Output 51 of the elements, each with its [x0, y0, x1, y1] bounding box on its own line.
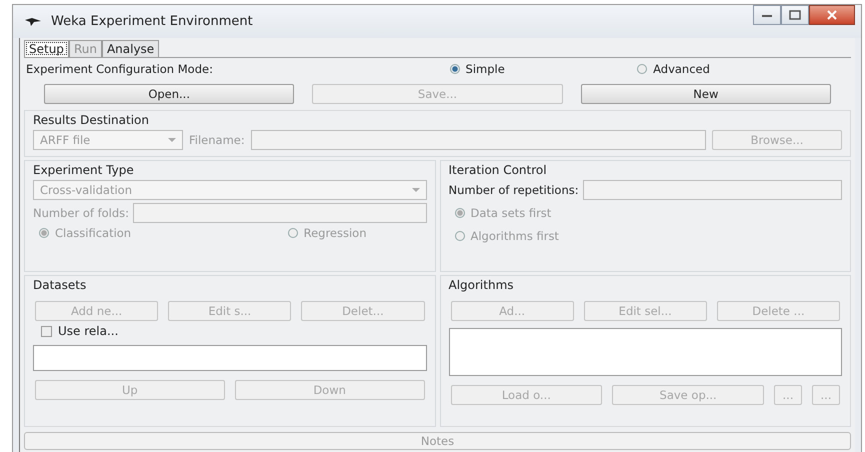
notes-button[interactable]: Notes [24, 432, 851, 450]
window-title: Weka Experiment Environment [51, 14, 253, 29]
tab[interactable]: Analyse [102, 40, 160, 57]
folds-field[interactable] [133, 203, 426, 223]
dataset-button[interactable]: Delet... [301, 301, 425, 321]
group-title: Datasets [33, 278, 88, 292]
options-button[interactable]: ... [812, 385, 840, 405]
maximize-icon [789, 10, 801, 20]
bird-icon [25, 16, 41, 26]
repetitions-label: Number of repetitions: [448, 183, 579, 197]
type-radio[interactable]: Regression [282, 226, 366, 240]
group-title: Experiment Type [33, 163, 135, 177]
group-title: Algorithms [448, 278, 515, 292]
format-dropdown[interactable]: ARFF file [33, 130, 183, 150]
mode-label: Experiment Configuration Mode: [26, 62, 214, 76]
filename-label: Filename: [189, 133, 245, 147]
folds-label: Number of folds: [33, 206, 130, 220]
dataset-button[interactable]: Edit s... [168, 301, 292, 321]
algorithms-list[interactable] [448, 328, 842, 376]
file-button[interactable]: Open... [44, 84, 294, 104]
mode-radio[interactable]: Simple [332, 62, 638, 76]
tab[interactable]: Setup [24, 40, 69, 57]
options-button[interactable]: ... [774, 385, 802, 405]
mode-radio[interactable]: Advanced [637, 62, 851, 76]
maximize-button[interactable] [781, 5, 809, 25]
browse-button[interactable]: Browse... [712, 130, 842, 150]
dataset-button[interactable]: Add ne... [35, 301, 158, 321]
algorithm-button[interactable]: Delete ... [716, 301, 840, 321]
minimize-icon [761, 12, 773, 18]
datasets-list[interactable] [33, 345, 426, 371]
group-title: Results Destination [33, 113, 150, 127]
move-button[interactable]: Up [35, 380, 225, 400]
filename-field[interactable] [250, 130, 706, 150]
algorithm-button[interactable]: Edit sel... [584, 301, 707, 321]
type-radio[interactable]: Classification [33, 226, 132, 240]
repetitions-field[interactable] [582, 180, 842, 200]
order-radio[interactable]: Algorithms first [448, 226, 842, 246]
minimize-button[interactable] [753, 5, 781, 25]
close-button[interactable] [809, 5, 855, 25]
move-button[interactable]: Down [234, 380, 424, 400]
file-button[interactable]: New [580, 84, 831, 104]
options-button[interactable]: Load o... [450, 385, 602, 405]
options-button[interactable]: Save op... [612, 385, 764, 405]
close-icon [826, 10, 838, 20]
relative-path-checkbox[interactable]: Use rela... [33, 324, 426, 338]
group-title: Iteration Control [448, 163, 548, 177]
caret-icon [168, 138, 176, 142]
order-radio[interactable]: Data sets first [448, 203, 842, 223]
algorithm-button[interactable]: Ad... [450, 301, 574, 321]
experiment-type-dropdown[interactable]: Cross-validation [33, 180, 426, 200]
caret-icon [412, 188, 420, 192]
